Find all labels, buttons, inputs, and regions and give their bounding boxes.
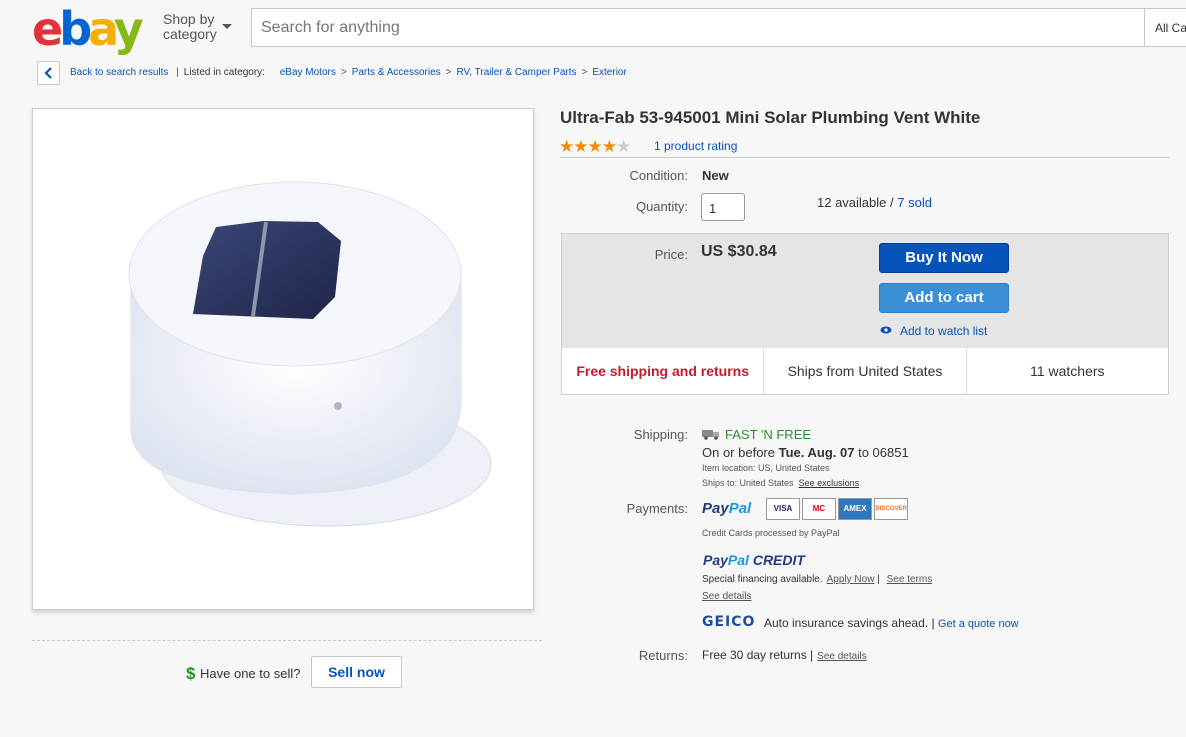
ships-from-label: Ships from United States xyxy=(764,348,967,394)
special-financing: Special financing available. Apply Now | … xyxy=(702,574,932,585)
item-location: Item location: US, United States xyxy=(702,463,830,473)
listed-in-label: Listed in category: xyxy=(183,67,265,78)
see-terms-link[interactable]: See terms xyxy=(887,574,933,585)
shop-by-category-button[interactable]: Shop by category xyxy=(163,12,217,42)
price-label: Price: xyxy=(654,247,688,262)
have-one-label: Have one to sell? xyxy=(200,666,301,681)
divider xyxy=(560,157,1169,158)
ships-to-label: Ships to: United States xyxy=(702,478,794,488)
category-label: category xyxy=(163,26,217,42)
back-button[interactable] xyxy=(37,61,60,85)
sold-link[interactable]: 7 sold xyxy=(897,195,932,210)
add-to-cart-button[interactable]: Add to cart xyxy=(879,283,1009,313)
dollar-icon: $ xyxy=(186,664,196,683)
visa-icon: VISA xyxy=(766,498,800,520)
quantity-label: Quantity: xyxy=(635,199,688,214)
category-select[interactable]: All Ca xyxy=(1144,8,1186,47)
breadcrumb-item-rv[interactable]: RV, Trailer & Camper Parts xyxy=(456,67,576,78)
credit-pal: Pal xyxy=(727,552,749,568)
breadcrumb: Back to search results | Listed in catego… xyxy=(70,67,627,78)
returns-see-details-link[interactable]: See details xyxy=(817,651,866,662)
availability: 12 available / 7 sold xyxy=(817,195,932,210)
search-input[interactable] xyxy=(252,9,1145,46)
credit-card-note: Credit Cards processed by PayPal xyxy=(702,528,840,538)
shipping-label: Shipping: xyxy=(633,427,688,442)
paypal-credit-logo: PayPal CREDIT xyxy=(703,552,805,568)
back-to-search-link[interactable]: Back to search results xyxy=(70,67,168,78)
star-rating: ★★★★★ xyxy=(559,137,631,157)
discover-icon: DISCOVER xyxy=(874,498,908,520)
returns-value: Free 30 day returns | See details xyxy=(702,648,867,662)
price-value: US $30.84 xyxy=(701,243,777,260)
breadcrumb-separator: > xyxy=(340,67,347,78)
breadcrumb-item-ebay-motors[interactable]: eBay Motors xyxy=(280,67,336,78)
fast-n-free-label: FAST 'N FREE xyxy=(725,427,812,442)
solar-vent-image xyxy=(128,181,492,527)
product-title: Ultra-Fab 53-945001 Mini Solar Plumbing … xyxy=(560,108,981,127)
delivery-date: Tue. Aug. 07 xyxy=(778,445,855,460)
credit-pay: Pay xyxy=(703,552,728,568)
chevron-left-icon xyxy=(44,67,52,79)
breadcrumb-separator: > xyxy=(581,67,588,78)
breadcrumb-item-exterior[interactable]: Exterior xyxy=(592,67,626,78)
payments-label: Payments: xyxy=(626,501,688,516)
amex-icon: AMEX xyxy=(838,498,872,520)
shipping-info-strip: Free shipping and returns Ships from Uni… xyxy=(562,348,1168,394)
see-exclusions-link[interactable]: See exclusions xyxy=(799,478,860,488)
eye-icon xyxy=(880,326,892,334)
product-image[interactable] xyxy=(32,108,534,610)
pipe-separator: | xyxy=(877,574,880,585)
quantity-input[interactable]: 1 xyxy=(701,193,745,221)
geico-text: Auto insurance savings ahead. | xyxy=(764,616,935,630)
geico-logo: GEICO xyxy=(702,614,756,630)
available-count: 12 available / xyxy=(817,195,894,210)
credit-word: CREDIT xyxy=(748,552,805,568)
star-icon: ★★★★ xyxy=(559,137,617,156)
free-shipping-label: Free shipping and returns xyxy=(562,348,765,394)
shop-by-label: Shop by xyxy=(163,11,215,27)
delivery-estimate: On or before Tue. Aug. 07 to 06851 xyxy=(702,445,909,460)
get-quote-link[interactable]: Get a quote now xyxy=(938,618,1019,630)
apply-now-link[interactable]: Apply Now xyxy=(827,574,875,585)
delivery-prefix: On or before xyxy=(702,445,775,460)
ebay-logo[interactable]: ebay xyxy=(32,6,144,52)
geico-offer: Auto insurance savings ahead. | Get a qu… xyxy=(764,616,1019,630)
ships-to: Ships to: United States See exclusions xyxy=(702,478,859,488)
paypal-logo: PayPal xyxy=(702,500,751,517)
returns-text: Free 30 day returns | xyxy=(702,648,814,662)
card-logos: VISA MC AMEX DISCOVER xyxy=(766,498,908,520)
mastercard-icon: MC xyxy=(802,498,836,520)
paypal-pay: Pay xyxy=(702,500,729,517)
special-financing-text: Special financing available. xyxy=(702,574,823,585)
add-to-watch-list-link[interactable]: Add to watch list xyxy=(900,324,987,338)
divider xyxy=(32,640,542,641)
returns-label: Returns: xyxy=(638,648,688,663)
pipe-separator: | xyxy=(176,67,179,78)
breadcrumb-item-parts[interactable]: Parts & Accessories xyxy=(352,67,441,78)
star-empty-icon: ★ xyxy=(615,137,631,156)
truck-icon xyxy=(702,430,719,440)
buy-it-now-button[interactable]: Buy It Now xyxy=(879,243,1009,273)
condition-label: Condition: xyxy=(629,168,688,183)
delivery-zip: to 06851 xyxy=(858,445,909,460)
watchers-count: 11 watchers xyxy=(1030,363,1105,379)
breadcrumb-separator: > xyxy=(445,67,452,78)
condition-value: New xyxy=(702,168,729,183)
financing-see-details-link[interactable]: See details xyxy=(702,591,751,602)
search-bar xyxy=(251,8,1146,47)
chevron-down-icon[interactable] xyxy=(222,24,232,29)
product-rating-link[interactable]: 1 product rating xyxy=(654,139,737,153)
paypal-pal: Pal xyxy=(728,500,752,517)
sell-now-button[interactable]: Sell now xyxy=(311,656,402,688)
